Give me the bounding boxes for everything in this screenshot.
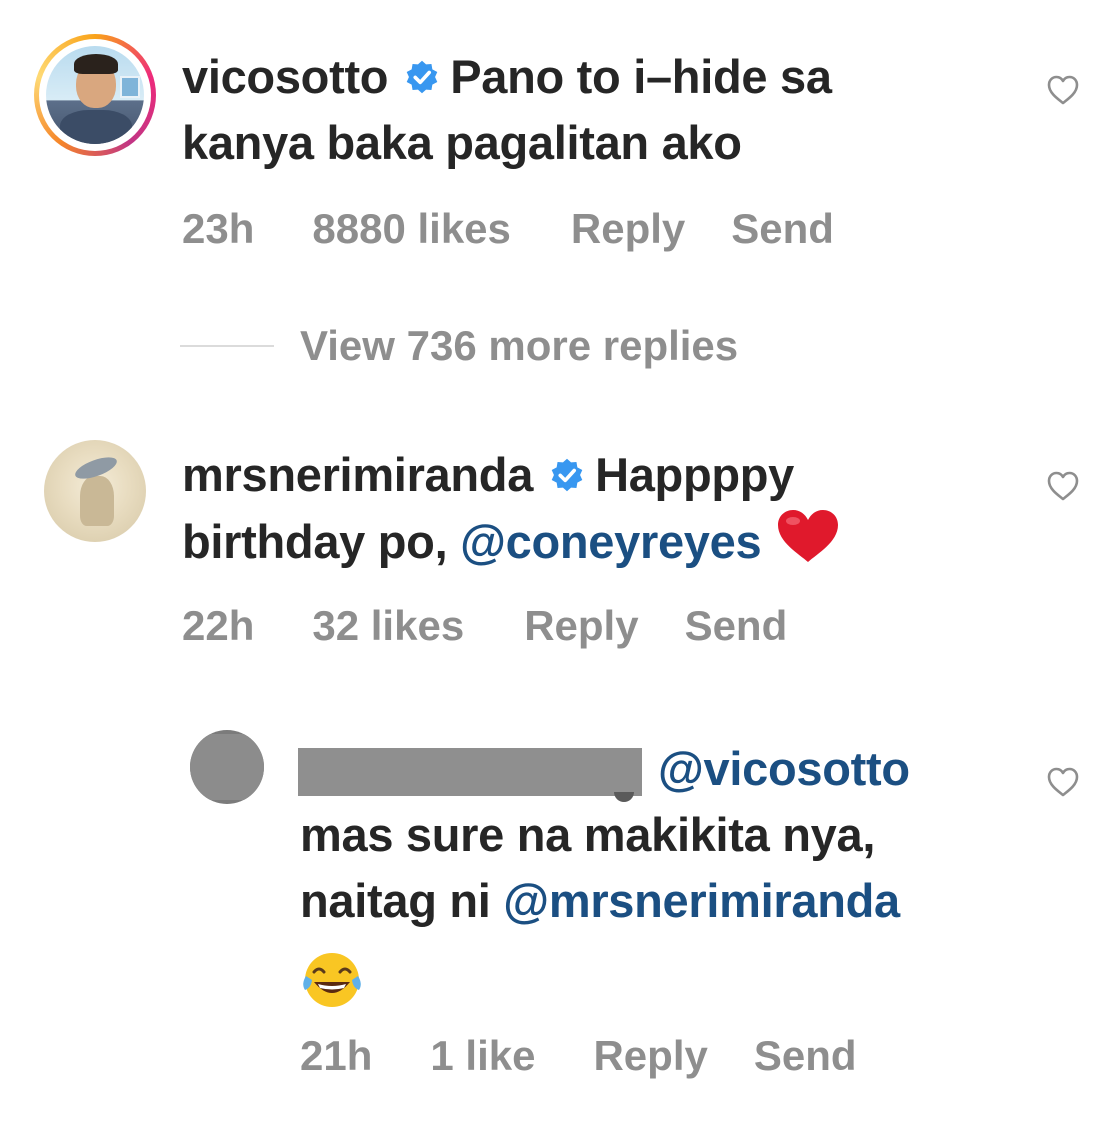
comment-2-time: 22h [182,602,255,649]
avatar-mrsnerimiranda[interactable] [44,440,146,542]
tears-of-joy-emoji [303,953,361,1007]
username-vicosotto[interactable]: vicosotto [182,50,389,103]
username-mrsnerimiranda[interactable]: mrsnerimiranda [182,448,533,501]
comment-3-time: 21h [300,1032,373,1079]
comment-3-line2: mas sure na makikita nya, [300,808,876,861]
comment-1-line1: Pano to i–hide sa [450,50,832,103]
comment-2-text: mrsnerimiranda Happppy birthday po, @cone… [182,442,841,575]
comment-3-send-button[interactable]: Send [754,1032,857,1080]
mention-mrsnerimiranda[interactable]: @mrsnerimiranda [503,874,900,927]
comment-2-line2: birthday po, [182,515,461,568]
comment-2-line1: Happppy [595,448,795,501]
avatar-vicosotto[interactable] [34,34,156,156]
comment-2-likes[interactable]: 32 likes [312,602,464,650]
comment-1-likes[interactable]: 8880 likes [312,205,511,253]
heart-outline-icon[interactable] [1046,766,1080,798]
comment-2-reply-button[interactable]: Reply [524,602,638,650]
comment-2-meta: 22h 32 likes Reply Send [182,602,787,650]
comment-1-reply-button[interactable]: Reply [571,205,685,253]
view-more-replies-link[interactable]: View 736 more replies [300,322,738,370]
avatar-redacted-user[interactable] [190,730,264,804]
verified-badge-icon [551,458,583,492]
mention-coneyreyes[interactable]: @coneyreyes [460,515,762,568]
comment-3-text: @vicosotto mas sure na makikita nya, nai… [300,736,910,934]
comment-3-meta: 21h 1 like Reply Send [300,1032,857,1080]
comment-1-meta: 23h 8880 likes Reply Send [182,205,834,253]
comment-3-reply-button[interactable]: Reply [593,1032,707,1080]
heart-outline-icon[interactable] [1046,74,1080,106]
avatar-photo [46,46,144,144]
view-more-divider [180,345,274,347]
comment-1-send-button[interactable]: Send [731,205,834,253]
verified-badge-icon [406,60,438,94]
mention-vicosotto[interactable]: @vicosotto [658,742,910,795]
comment-1-time: 23h [182,205,255,252]
comment-3-line3: naitag ni [300,874,504,927]
heart-outline-icon[interactable] [1046,470,1080,502]
comment-1-line2: kanya baka pagalitan ako [182,116,742,169]
comment-1-text: vicosotto Pano to i–hide sa kanya baka pa… [182,44,832,176]
red-heart-emoji [778,510,839,562]
comment-3-likes[interactable]: 1 like [430,1032,535,1080]
comment-2-send-button[interactable]: Send [685,602,788,650]
comments-page: vicosotto Pano to i–hide sa kanya baka pa… [0,0,1120,1142]
